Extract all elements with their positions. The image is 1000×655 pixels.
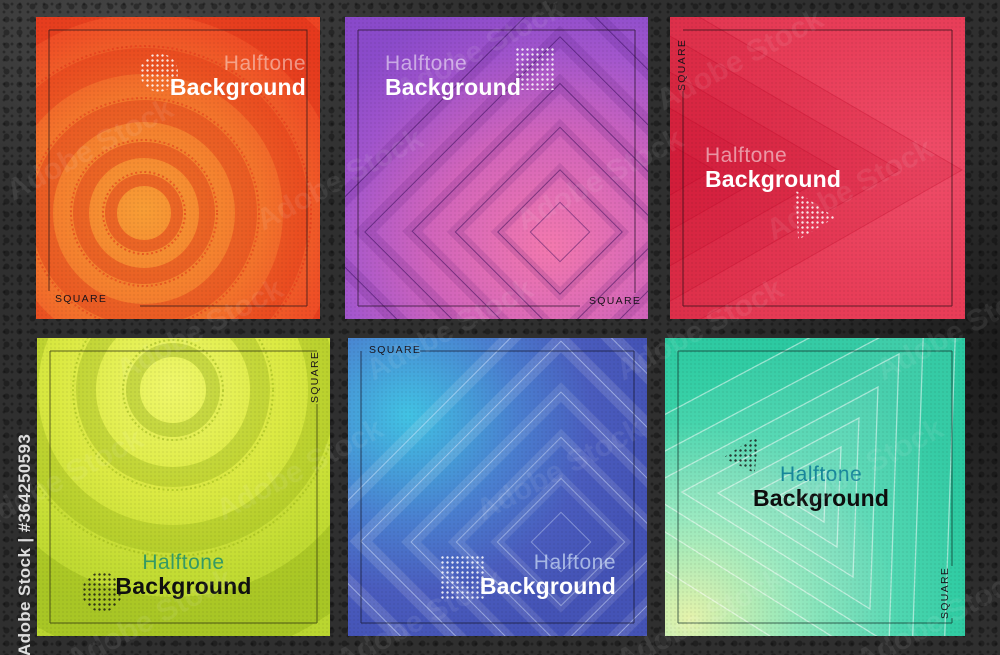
watermark-stock-id: Adobe Stock | #364250593	[15, 433, 34, 655]
tile-title-block: Halftone Background	[169, 52, 306, 101]
tile-title-bold: Background	[753, 485, 890, 512]
tile-title-block: Halftone Background	[479, 551, 616, 600]
tile-title-light: Halftone	[142, 551, 225, 574]
corner-label-square: SQUARE	[939, 566, 951, 619]
tile-red-arrows: Halftone Background SQUARE	[670, 17, 965, 319]
tile-title-bold: Background	[385, 74, 522, 101]
tile-teal-triangles: Halftone Background SQUARE	[665, 338, 965, 636]
tile-title-bold: Background	[705, 166, 842, 193]
corner-label-square: SQUARE	[369, 344, 422, 356]
tile-title-bold: Background	[169, 74, 306, 101]
tile-title-light: Halftone	[223, 52, 306, 75]
corner-label-square: SQUARE	[676, 38, 688, 91]
tile-title-light: Halftone	[385, 52, 468, 75]
tile-purple-diamonds: Halftone Background SQUARE	[345, 17, 648, 319]
corner-label-square: SQUARE	[589, 295, 642, 307]
tile-title-light: Halftone	[779, 463, 863, 486]
tile-lime-circles: Halftone Background SQUARE	[37, 338, 330, 636]
corner-label-square: SQUARE	[55, 293, 108, 305]
tile-blue-diamonds: Halftone Background SQUARE	[348, 338, 647, 636]
tile-title-block: Halftone Background	[385, 52, 522, 101]
tile-title-light: Halftone	[533, 551, 616, 574]
tile-title-light: Halftone	[705, 144, 788, 167]
corner-label-square: SQUARE	[309, 350, 321, 403]
tile-orange-circles: Halftone Background SQUARE	[36, 17, 320, 319]
tile-title-bold: Background	[479, 573, 616, 600]
stock-image-preview-canvas: Halftone Background SQUARE Halftone Back…	[0, 0, 1000, 655]
tile-title-bold: Background	[115, 573, 252, 600]
tile-title-block: Halftone Background	[705, 144, 842, 193]
tile-title-block: Halftone Background	[37, 551, 330, 600]
tile-title-block: Halftone Background	[753, 463, 890, 512]
